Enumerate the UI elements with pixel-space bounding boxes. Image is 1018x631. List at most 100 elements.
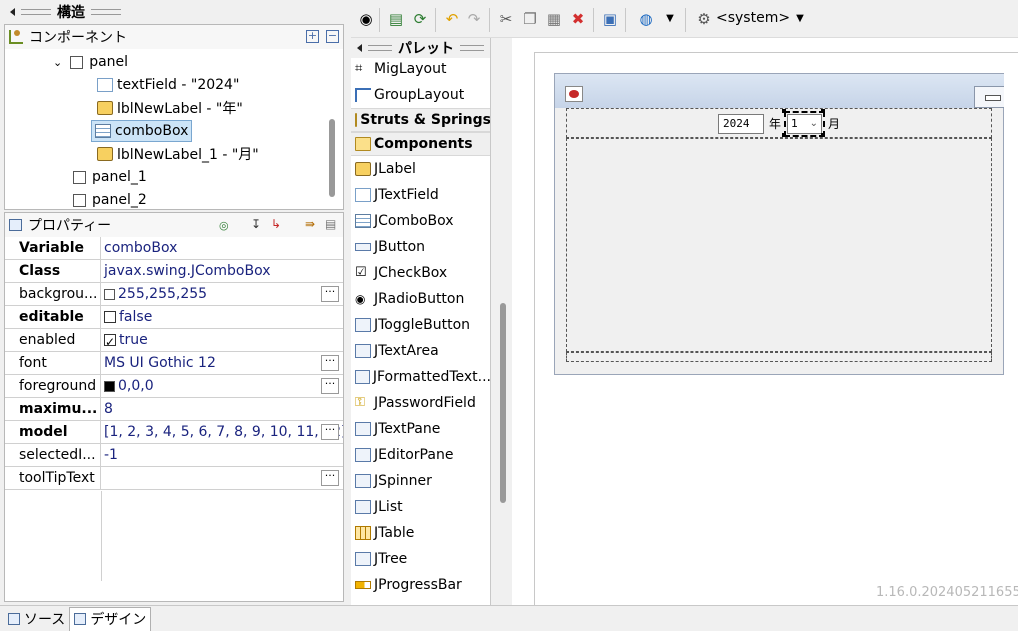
look-and-feel-select[interactable]: <system> — [716, 10, 790, 26]
show-events-icon[interactable]: ◎ — [219, 219, 233, 232]
property-value[interactable]: -1 — [101, 444, 343, 466]
checkbox-checked-icon[interactable] — [104, 331, 116, 351]
property-row[interactable]: foreground 0,0,0 ··· — [5, 375, 343, 398]
property-row[interactable]: model [1, 2, 3, 4, 5, 6, 7, 8, 9, 10, 11… — [5, 421, 343, 444]
drag-grip-icon[interactable] — [21, 9, 51, 15]
resize-handle[interactable] — [821, 133, 825, 137]
property-value[interactable]: [1, 2, 3, 4, 5, 6, 7, 8, 9, 10, 11, 12] — [101, 421, 343, 443]
property-row[interactable]: Variable comboBox — [5, 237, 343, 260]
tab-design[interactable]: デザイン — [69, 606, 152, 631]
drag-grip-icon[interactable] — [460, 45, 484, 51]
palette-item-jtextfield[interactable]: JTextField — [351, 182, 490, 208]
palette-item-jradiobutton[interactable]: ◉ JRadioButton — [351, 286, 490, 312]
property-row[interactable]: selectedI... -1 — [5, 444, 343, 467]
tree-item-textfield[interactable]: textField - "2024" — [97, 74, 239, 96]
palette-category-struts-springs[interactable]: Struts & Springs — [351, 108, 490, 132]
palette-scrollbar[interactable] — [500, 303, 506, 503]
palette-item-jbutton[interactable]: JButton — [351, 234, 490, 260]
property-value[interactable]: javax.swing.JComboBox — [101, 260, 343, 282]
property-value-background[interactable]: 255,255,255 — [101, 283, 343, 305]
redo-icon[interactable]: ↷ — [465, 10, 483, 28]
palette-item-jeditorpane[interactable]: JEditorPane — [351, 442, 490, 468]
palette-item-jtree[interactable]: JTree — [351, 546, 490, 572]
refresh-icon[interactable]: ⟳ — [411, 10, 429, 28]
palette-item-jtextarea[interactable]: JTextArea — [351, 338, 490, 364]
property-row[interactable]: maximu... 8 — [5, 398, 343, 421]
edit-ellipsis-button[interactable]: ··· — [321, 424, 339, 440]
paste-icon[interactable]: ▦ — [545, 10, 563, 28]
drag-grip-icon[interactable] — [91, 9, 121, 15]
property-row[interactable]: backgrou... 255,255,255 ··· — [5, 283, 343, 306]
tree-item-label-year[interactable]: lblNewLabel - "年" — [97, 97, 243, 119]
palette-item-jformattedtextfield[interactable]: JFormattedText... — [351, 364, 490, 390]
tree-item-panel-1[interactable]: panel_1 — [73, 166, 147, 188]
property-value[interactable]: 8 — [101, 398, 343, 420]
advanced-properties-icon[interactable]: ▤ — [325, 217, 339, 233]
design-label-year[interactable]: 年 — [769, 115, 781, 132]
tree-item-combobox[interactable]: comboBox — [91, 120, 193, 142]
drag-grip-icon[interactable] — [368, 45, 392, 51]
property-value[interactable] — [101, 467, 343, 489]
chevron-down-icon[interactable]: ▼ — [791, 10, 809, 28]
layout-assistant-icon[interactable]: ▣ — [601, 10, 619, 28]
tree-item-panel-2[interactable]: panel_2 — [73, 189, 147, 209]
property-row[interactable]: font MS UI Gothic 12 ··· — [5, 352, 343, 375]
default-value-icon[interactable]: ⇛ — [305, 217, 319, 233]
palette-item-grouplayout[interactable]: GroupLayout — [351, 82, 490, 108]
palette-item-jcombobox[interactable]: JComboBox — [351, 208, 490, 234]
resize-handle[interactable] — [821, 109, 825, 113]
convert-local-field-icon[interactable]: ↳ — [271, 217, 287, 233]
test-gui-icon[interactable]: ◉ — [357, 10, 375, 28]
property-row[interactable]: toolTipText ··· — [5, 467, 343, 490]
property-value[interactable]: MS UI Gothic 12 — [101, 352, 343, 374]
property-row[interactable]: enabled true — [5, 329, 343, 352]
tree-scrollbar[interactable] — [329, 119, 335, 197]
tree-item-panel[interactable]: ⌄ panel — [53, 51, 128, 73]
edit-ellipsis-button[interactable]: ··· — [321, 355, 339, 371]
resize-handle[interactable] — [782, 109, 786, 113]
palette-item-jlabel[interactable]: JLabel — [351, 156, 490, 182]
look-and-feel-icon[interactable]: ⚙ — [695, 10, 713, 28]
chevron-down-icon[interactable]: ▼ — [661, 10, 679, 28]
chevron-down-icon[interactable]: ⌄ — [53, 56, 62, 69]
palette-item-jprogressbar[interactable]: JProgressBar — [351, 572, 490, 598]
palette-item-jlist[interactable]: JList — [351, 494, 490, 520]
design-label-month[interactable]: 月 — [828, 115, 840, 132]
cut-icon[interactable]: ✂ — [497, 10, 515, 28]
panel-1-outline[interactable] — [566, 138, 992, 352]
edit-ellipsis-button[interactable]: ··· — [321, 470, 339, 486]
property-row[interactable]: editable false — [5, 306, 343, 329]
palette-item-jtogglebutton[interactable]: JToggleButton — [351, 312, 490, 338]
expand-all-icon[interactable]: + — [306, 30, 319, 43]
palette-item-jtable[interactable]: JTable — [351, 520, 490, 546]
property-row[interactable]: Class javax.swing.JComboBox — [5, 260, 343, 283]
collapse-all-icon[interactable]: − — [326, 30, 339, 43]
design-textfield[interactable]: 2024 — [718, 114, 764, 134]
palette-item-jtextpane[interactable]: JTextPane — [351, 416, 490, 442]
palette-item-jcheckbox[interactable]: ☑ JCheckBox — [351, 260, 490, 286]
delete-icon[interactable]: ✖ — [569, 10, 587, 28]
palette-item-miglayout[interactable]: ⌗ MigLayout — [351, 56, 490, 82]
minimize-button[interactable] — [974, 86, 1004, 108]
edit-ellipsis-button[interactable]: ··· — [321, 378, 339, 394]
palette-item-jpasswordfield[interactable]: ⚿ JPasswordField — [351, 390, 490, 416]
edit-ellipsis-button[interactable]: ··· — [321, 286, 339, 302]
goto-definition-icon[interactable]: ↧ — [251, 217, 263, 233]
tab-source[interactable]: ソース — [4, 607, 69, 631]
panel-2-outline[interactable] — [566, 352, 992, 362]
property-value-editable[interactable]: false — [101, 306, 343, 328]
palette-category-components[interactable]: Components — [351, 132, 490, 156]
property-value[interactable]: comboBox — [101, 237, 343, 259]
property-value-enabled[interactable]: true — [101, 329, 343, 351]
externalize-strings-icon[interactable]: ◍ — [637, 10, 655, 28]
resize-handle[interactable] — [782, 133, 786, 137]
collapse-left-icon[interactable] — [357, 44, 362, 52]
palette-item-jspinner[interactable]: JSpinner — [351, 468, 490, 494]
undo-icon[interactable]: ↶ — [443, 10, 461, 28]
property-value-foreground[interactable]: 0,0,0 — [101, 375, 343, 397]
collapse-left-icon[interactable] — [10, 8, 15, 16]
checkbox-unchecked-icon[interactable] — [104, 311, 116, 323]
copy-icon[interactable]: ❐ — [521, 10, 539, 28]
tree-item-label-month[interactable]: lblNewLabel_1 - "月" — [97, 143, 259, 165]
preview-icon[interactable]: ▤ — [387, 10, 405, 28]
